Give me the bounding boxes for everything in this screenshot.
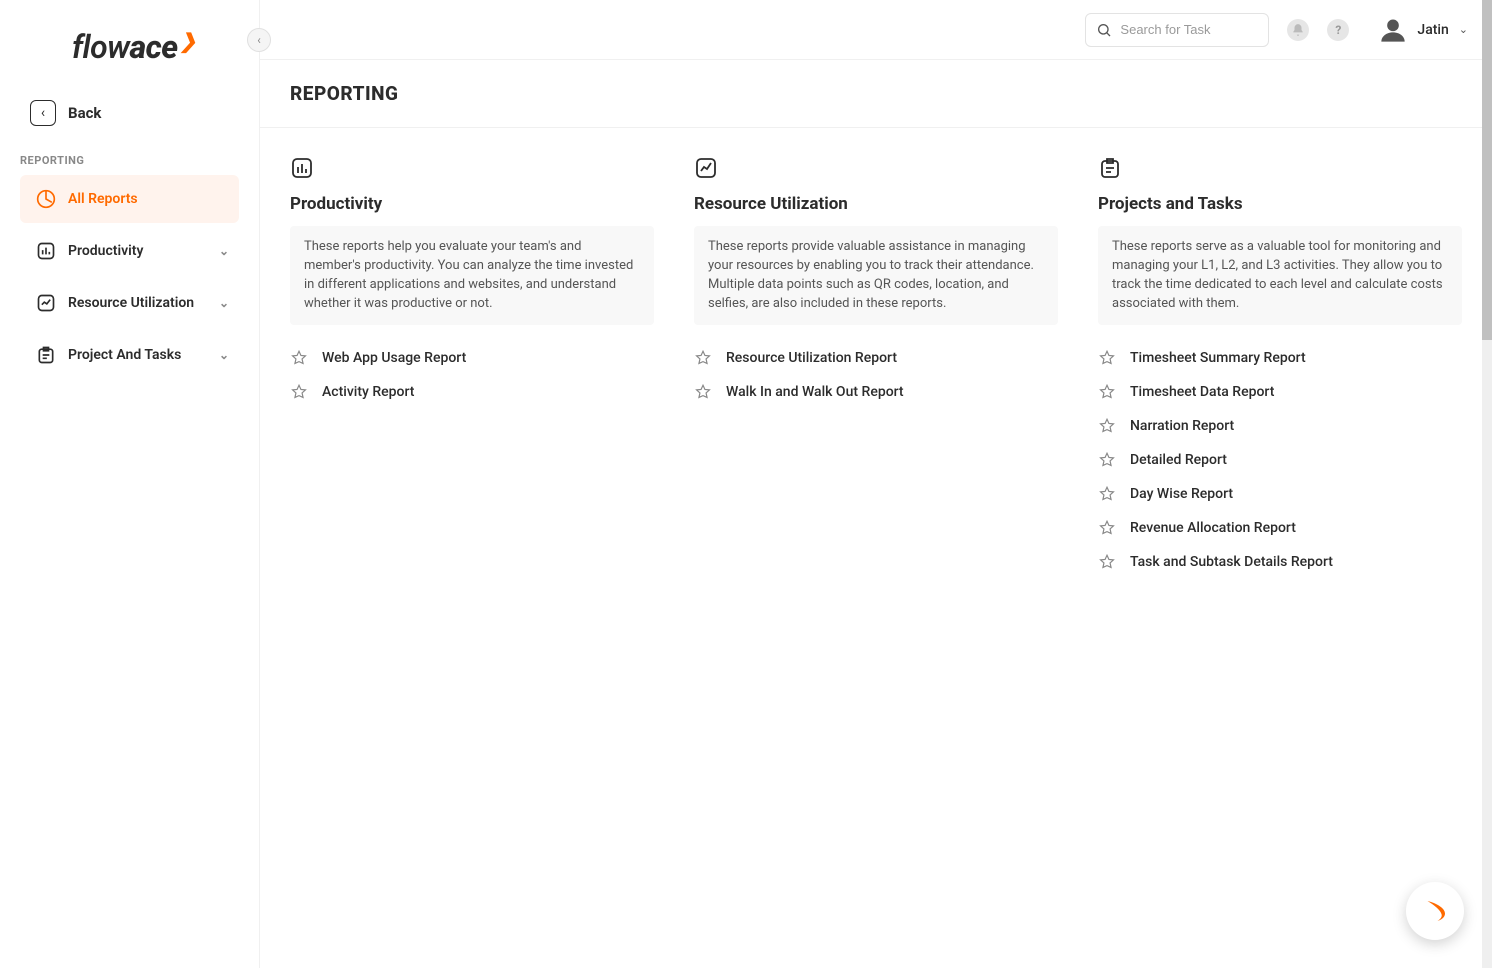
- user-menu[interactable]: Jatin ⌄: [1379, 16, 1468, 44]
- sidebar-item-label: Productivity: [68, 243, 143, 259]
- category-projects-and-tasks: Projects and Tasks These reports serve a…: [1098, 156, 1462, 940]
- chart-line-icon: [694, 156, 718, 180]
- star-icon[interactable]: [1098, 417, 1116, 435]
- star-icon[interactable]: [290, 383, 308, 401]
- star-icon[interactable]: [1098, 519, 1116, 537]
- report-link[interactable]: Walk In and Walk Out Report: [694, 375, 1058, 409]
- bar-chart-icon: [36, 241, 56, 261]
- report-link[interactable]: Narration Report: [1098, 409, 1462, 443]
- sidebar-item-all-reports[interactable]: All Reports: [20, 175, 239, 223]
- search-wrapper[interactable]: [1085, 13, 1269, 47]
- star-icon[interactable]: [1098, 451, 1116, 469]
- report-link[interactable]: Revenue Allocation Report: [1098, 511, 1462, 545]
- search-icon: [1096, 22, 1112, 38]
- sidebar-item-productivity[interactable]: Productivity ⌄: [20, 227, 239, 275]
- sidebar-item-project-and-tasks[interactable]: Project And Tasks ⌄: [20, 331, 239, 379]
- brand-logo: flowace❯: [72, 28, 196, 66]
- chevron-down-icon: ⌄: [219, 348, 229, 362]
- report-name: Detailed Report: [1130, 452, 1227, 468]
- report-link[interactable]: Day Wise Report: [1098, 477, 1462, 511]
- report-name: Web App Usage Report: [322, 350, 466, 366]
- back-label: Back: [68, 104, 101, 122]
- sidebar-item-label: Project And Tasks: [68, 347, 181, 363]
- bar-chart-icon: [290, 156, 314, 180]
- clipboard-icon: [36, 345, 56, 365]
- category-description: These reports provide valuable assistanc…: [694, 226, 1058, 325]
- content: Productivity These reports help you eval…: [260, 128, 1492, 968]
- report-name: Timesheet Data Report: [1130, 384, 1274, 400]
- sidebar-item-label: Resource Utilization: [68, 295, 194, 311]
- chevron-down-icon: ⌄: [1459, 23, 1468, 36]
- chat-fab-button[interactable]: [1406, 882, 1464, 940]
- chevron-down-icon: ⌄: [219, 244, 229, 258]
- sidebar: flowace❯ ‹ ‹ Back REPORTING All Reports …: [0, 0, 260, 968]
- star-icon[interactable]: [694, 383, 712, 401]
- star-icon[interactable]: [1098, 349, 1116, 367]
- chevron-left-icon: ‹: [257, 33, 261, 47]
- report-link[interactable]: Timesheet Summary Report: [1098, 341, 1462, 375]
- category-title: Resource Utilization: [694, 194, 1058, 214]
- star-icon[interactable]: [1098, 485, 1116, 503]
- pie-chart-icon: [36, 189, 56, 209]
- user-name-label: Jatin: [1417, 22, 1448, 38]
- logo-area: flowace❯ ‹: [0, 0, 259, 90]
- category-title: Projects and Tasks: [1098, 194, 1462, 214]
- brand-mark-icon: ❯: [180, 29, 196, 53]
- report-link[interactable]: Resource Utilization Report: [694, 341, 1058, 375]
- brand-text-2: ace: [130, 28, 178, 66]
- category-productivity: Productivity These reports help you eval…: [290, 156, 654, 940]
- page-title-bar: REPORTING: [260, 60, 1492, 128]
- category-description: These reports help you evaluate your tea…: [290, 226, 654, 325]
- scrollbar-thumb[interactable]: [1482, 0, 1492, 340]
- report-name: Day Wise Report: [1130, 486, 1233, 502]
- report-name: Timesheet Summary Report: [1130, 350, 1306, 366]
- collapse-sidebar-button[interactable]: ‹: [247, 28, 271, 52]
- report-link[interactable]: Task and Subtask Details Report: [1098, 545, 1462, 579]
- clipboard-icon: [1098, 156, 1122, 180]
- sidebar-item-label: All Reports: [68, 191, 138, 207]
- question-icon: ?: [1335, 23, 1341, 37]
- search-input[interactable]: [1120, 22, 1296, 37]
- main: ? Jatin ⌄ REPORTING Productivity These r…: [260, 0, 1492, 968]
- star-icon[interactable]: [1098, 383, 1116, 401]
- category-title: Productivity: [290, 194, 654, 214]
- chevron-down-icon: ⌄: [219, 296, 229, 310]
- report-name: Walk In and Walk Out Report: [726, 384, 904, 400]
- avatar-icon: [1379, 16, 1407, 44]
- report-name: Revenue Allocation Report: [1130, 520, 1296, 536]
- report-link[interactable]: Detailed Report: [1098, 443, 1462, 477]
- report-link[interactable]: Activity Report: [290, 375, 654, 409]
- sidebar-item-resource-utilization[interactable]: Resource Utilization ⌄: [20, 279, 239, 327]
- star-icon[interactable]: [290, 349, 308, 367]
- report-name: Task and Subtask Details Report: [1130, 554, 1333, 570]
- scrollbar-track[interactable]: [1482, 0, 1492, 968]
- notification-button[interactable]: [1287, 19, 1309, 41]
- page-title: REPORTING: [290, 82, 1462, 105]
- category-resource-utilization: Resource Utilization These reports provi…: [694, 156, 1058, 940]
- brand-text-1: flow: [72, 28, 130, 66]
- brand-swoosh-icon: [1420, 896, 1450, 926]
- report-link[interactable]: Web App Usage Report: [290, 341, 654, 375]
- back-arrow-icon: ‹: [30, 100, 56, 126]
- report-name: Narration Report: [1130, 418, 1234, 434]
- star-icon[interactable]: [1098, 553, 1116, 571]
- sidebar-section-label: REPORTING: [0, 140, 259, 175]
- report-link[interactable]: Timesheet Data Report: [1098, 375, 1462, 409]
- topbar: ? Jatin ⌄: [260, 0, 1492, 60]
- report-name: Resource Utilization Report: [726, 350, 897, 366]
- category-description: These reports serve as a valuable tool f…: [1098, 226, 1462, 325]
- help-button[interactable]: ?: [1327, 19, 1349, 41]
- chart-line-icon: [36, 293, 56, 313]
- back-button[interactable]: ‹ Back: [0, 90, 259, 140]
- report-name: Activity Report: [322, 384, 414, 400]
- star-icon[interactable]: [694, 349, 712, 367]
